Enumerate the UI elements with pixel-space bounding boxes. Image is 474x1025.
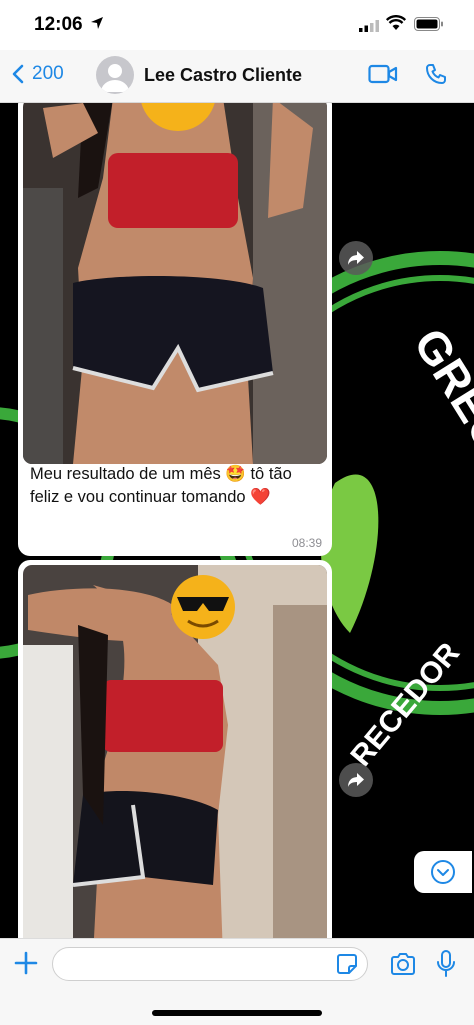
message-photo[interactable] [23, 565, 327, 938]
status-time: 12:06 [34, 14, 83, 35]
video-icon[interactable] [368, 64, 398, 84]
message-bubble[interactable]: Meu resultado de um mês 🤩 tô tão feliz e… [18, 103, 332, 556]
home-indicator [152, 1010, 322, 1016]
message-caption: Meu resultado de um mês 🤩 tô tão feliz e… [30, 465, 292, 506]
forward-icon [348, 773, 364, 787]
chat-area[interactable]: GRECER RECEDOR Meu resultado de um mês 🤩… [0, 103, 474, 938]
message-bubble[interactable] [18, 560, 332, 938]
avatar[interactable] [96, 56, 134, 94]
message-time: 08:39 [291, 536, 322, 550]
message-input[interactable] [52, 947, 368, 981]
scroll-to-bottom-button[interactable] [414, 851, 472, 893]
person-icon [101, 64, 129, 92]
photo-image [23, 565, 327, 938]
back-button[interactable]: 200 [12, 63, 64, 85]
wallpaper-text-top: GRECER [404, 319, 474, 513]
forward-button[interactable] [339, 763, 373, 797]
camera-icon[interactable] [390, 953, 416, 975]
phone-icon[interactable] [425, 63, 447, 85]
back-count: 200 [32, 63, 64, 84]
sticker-icon[interactable] [336, 953, 358, 975]
mic-icon[interactable] [436, 950, 456, 978]
forward-button[interactable] [339, 241, 373, 275]
location-arrow-icon [91, 17, 103, 29]
wifi-icon [386, 15, 406, 30]
battery-icon [414, 17, 443, 31]
plus-icon[interactable] [12, 949, 40, 977]
contact-name[interactable]: Lee Castro Cliente [144, 65, 302, 86]
signal-icon [359, 20, 379, 32]
forward-icon [348, 251, 364, 265]
chevron-left-icon [12, 64, 24, 84]
chat-header: 200 Lee Castro Cliente [0, 50, 474, 103]
status-bar: 12:06 [0, 0, 474, 50]
chevron-down-icon [431, 860, 455, 884]
message-photo[interactable] [23, 103, 327, 464]
photo-image [23, 103, 327, 464]
message-composer [0, 938, 474, 1025]
